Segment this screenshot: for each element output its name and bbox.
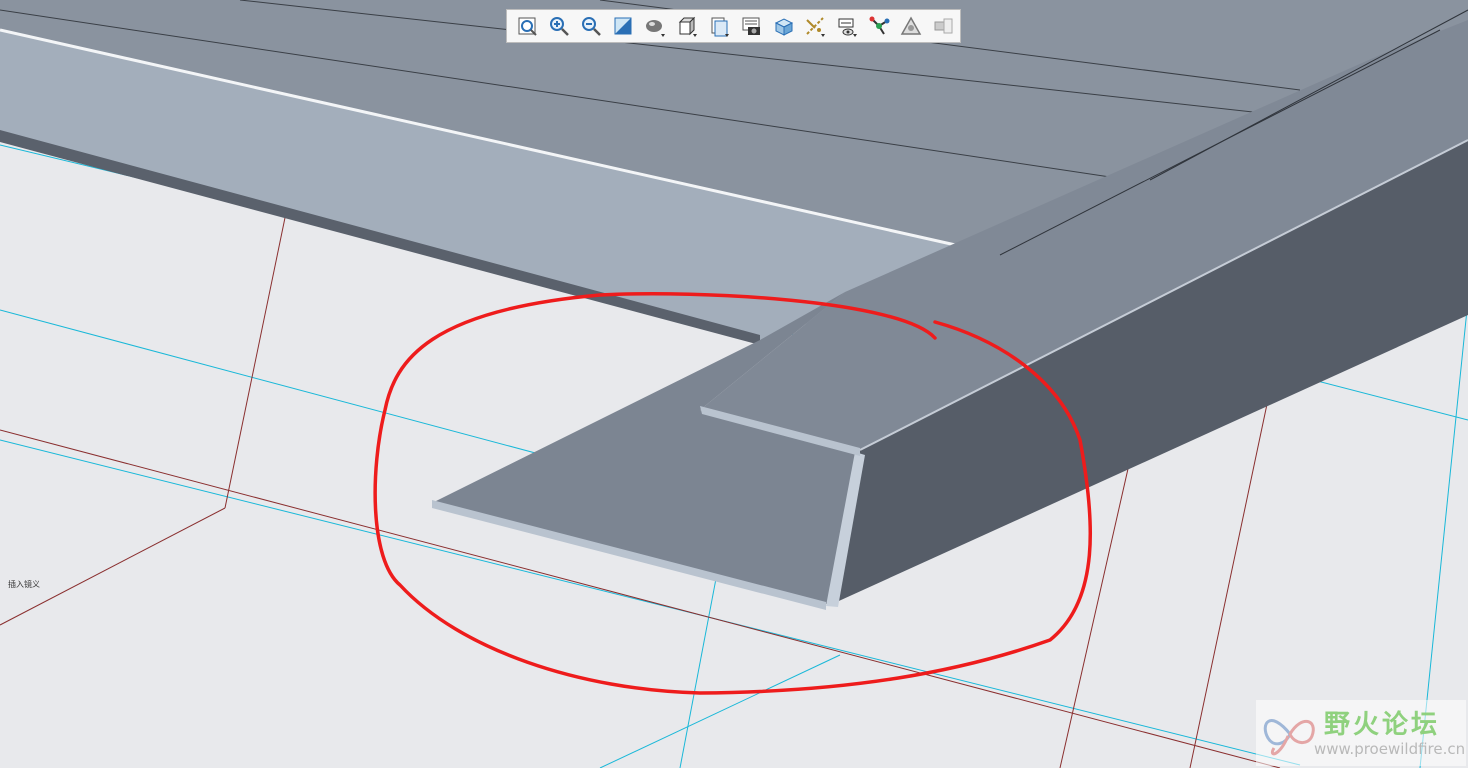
canvas-note: 插入镜义 [8,580,40,589]
repaint-icon [614,17,632,35]
zoom-in-button[interactable] [543,10,575,42]
annotation-display-button[interactable] [831,10,863,42]
display-style-icon [646,20,665,37]
datum-display-icon [806,17,825,37]
graphics-viewport[interactable] [0,0,1468,768]
watermark: 野火论坛 www.proewildfire.cn [1256,700,1466,766]
zoom-in-icon [550,17,569,36]
view-toolbar [506,9,961,43]
watermark-url: www.proewildfire.cn [1314,740,1466,758]
zoom-out-button[interactable] [575,10,607,42]
annotation-display-icon [838,18,857,37]
saved-orientations-button[interactable] [671,10,703,42]
appearance-icon [900,16,922,35]
section-icon [774,18,794,36]
layer-display-icon [934,18,953,34]
display-style-button[interactable] [639,10,671,42]
perspective-icon [742,17,760,35]
perspective-button[interactable] [735,10,767,42]
view-manager-icon [711,17,729,37]
repaint-button[interactable] [607,10,639,42]
view-manager-button[interactable] [703,10,735,42]
refit-button[interactable] [511,10,543,42]
butterfly-logo-icon [1263,719,1315,756]
zoom-out-icon [582,17,601,36]
datum-display-button[interactable] [799,10,831,42]
section-button[interactable] [767,10,799,42]
refit-icon [518,17,537,36]
spin-center-icon [869,16,890,35]
spin-center-button[interactable] [863,10,895,42]
watermark-title: 野火论坛 [1324,710,1441,740]
saved-orientations-icon [678,16,697,37]
appearance-button[interactable] [895,10,927,42]
layer-display-button[interactable] [927,10,959,42]
